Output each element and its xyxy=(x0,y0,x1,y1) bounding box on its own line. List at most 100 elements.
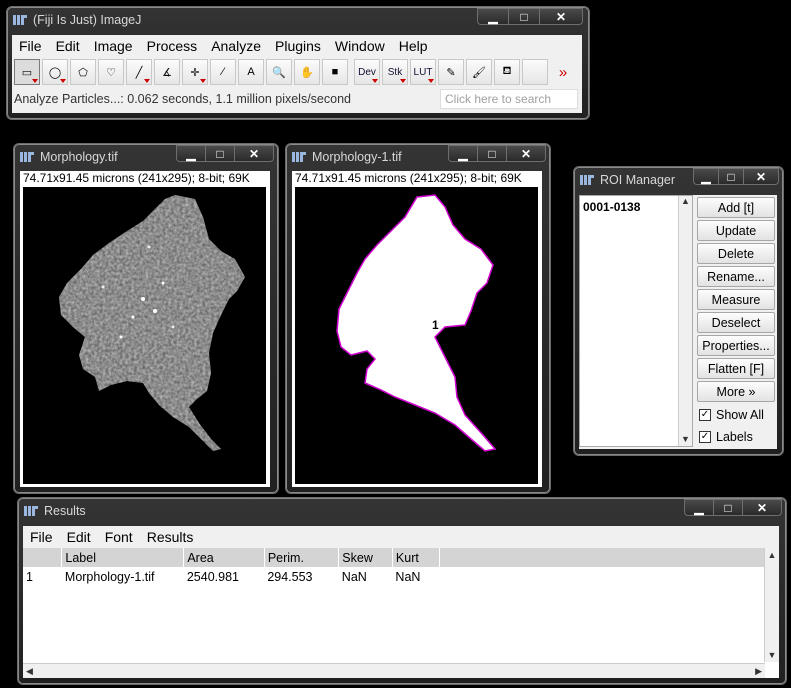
freehand-tool-glyph: ♡ xyxy=(106,66,116,79)
roi-title: ROI Manager xyxy=(600,173,676,187)
search-input[interactable]: Click here to search xyxy=(440,89,578,109)
menu-image[interactable]: Image xyxy=(87,38,140,54)
hand-tool-icon[interactable]: ✋ xyxy=(294,59,320,85)
dev-tool-icon[interactable]: Dev xyxy=(354,59,380,85)
submenu-indicator-icon xyxy=(32,79,38,83)
table-cell: 294.553 xyxy=(267,570,313,584)
image1-canvas[interactable] xyxy=(23,187,266,484)
roi-outline[interactable] xyxy=(336,194,497,452)
wand-tool-glyph: ⁄ xyxy=(222,66,224,78)
dev-tool-glyph: Dev xyxy=(358,66,376,78)
scroll-up-icon[interactable]: ▲ xyxy=(765,550,779,560)
maximize-icon[interactable]: □ xyxy=(718,168,744,185)
angle-tool-icon[interactable]: ∡ xyxy=(154,59,180,85)
wand-tool-icon[interactable]: ⁄ xyxy=(210,59,236,85)
results-menu-edit[interactable]: Edit xyxy=(60,529,98,545)
column-header[interactable] xyxy=(23,548,63,567)
more-tools-glyph: » xyxy=(558,63,568,81)
fiji-app-icon xyxy=(13,14,27,26)
maximize-icon[interactable]: □ xyxy=(205,145,235,162)
scroll-down-icon[interactable]: ▼ xyxy=(679,434,692,444)
column-header[interactable]: Area xyxy=(183,548,265,567)
close-icon[interactable]: ✕ xyxy=(539,8,583,25)
roi-button-update[interactable]: Update xyxy=(697,220,775,241)
minimize-icon[interactable]: ▁ xyxy=(448,145,478,162)
roi-button-properties[interactable]: Properties... xyxy=(697,335,775,356)
results-hscrollbar[interactable]: ◀ ▶ xyxy=(23,663,765,678)
text-tool-icon[interactable]: A xyxy=(238,59,264,85)
roi-manager-window: ROI Manager ▁ □ ✕ 0001-0138 ▲ ▼ Add [t] U… xyxy=(573,166,784,456)
menu-file[interactable]: File xyxy=(12,38,49,54)
freehand-tool-icon[interactable]: ♡ xyxy=(98,59,124,85)
close-icon[interactable]: ✕ xyxy=(506,145,546,162)
empty-tool-slot[interactable] xyxy=(522,59,548,85)
minimize-icon[interactable]: ▁ xyxy=(693,168,719,185)
roi-list-scrollbar[interactable]: ▲ ▼ xyxy=(678,196,692,446)
column-header[interactable]: Kurt xyxy=(392,548,440,567)
flood-fill-tool-icon[interactable]: ⛾ xyxy=(494,59,520,85)
results-titlebar[interactable]: Results xyxy=(22,500,782,522)
roi-button-deselect[interactable]: Deselect xyxy=(697,312,775,333)
point-tool-icon[interactable]: ✛ xyxy=(182,59,208,85)
results-menu-results[interactable]: Results xyxy=(140,529,201,545)
minimize-icon[interactable]: ▁ xyxy=(477,8,509,25)
roi-button-delete[interactable]: Delete xyxy=(697,243,775,264)
rectangle-tool-icon[interactable]: ▭ xyxy=(14,59,40,85)
brush-tool-icon[interactable]: 🖌 xyxy=(466,59,492,85)
table-row[interactable]: 1 Morphology-1.tif 2540.981 294.553 NaN NaN xyxy=(23,567,779,587)
lut-tool-icon[interactable]: LUT xyxy=(410,59,436,85)
color-picker-tool-icon[interactable]: ■ xyxy=(322,59,348,85)
line-tool-icon[interactable]: ╱ xyxy=(126,59,152,85)
main-window-title: (Fiji Is Just) ImageJ xyxy=(33,13,142,27)
line-tool-glyph: ╱ xyxy=(135,66,143,79)
roi-button-measure[interactable]: Measure xyxy=(697,289,775,310)
maximize-icon[interactable]: □ xyxy=(508,8,540,25)
menu-analyze[interactable]: Analyze xyxy=(204,38,268,54)
minimize-icon[interactable]: ▁ xyxy=(684,499,714,516)
stk-tool-icon[interactable]: Stk xyxy=(382,59,408,85)
column-header[interactable]: Label xyxy=(61,548,185,567)
maximize-icon[interactable]: □ xyxy=(713,499,743,516)
roi-button-more[interactable]: More » xyxy=(697,381,775,402)
main-client: File Edit Image Process Analyze Plugins Window… xyxy=(12,35,582,113)
results-menu-font[interactable]: Font xyxy=(98,529,140,545)
roi-list-item[interactable]: 0001-0138 xyxy=(583,200,689,214)
menu-help[interactable]: Help xyxy=(392,38,435,54)
main-window-controls: ▁ □ ✕ xyxy=(477,8,583,25)
magnifier-tool-icon[interactable]: 🔍 xyxy=(266,59,292,85)
roi-button-rename[interactable]: Rename... xyxy=(697,266,775,287)
submenu-indicator-icon xyxy=(400,79,406,83)
binary-mask-image: 1 xyxy=(336,194,497,452)
roi-label: 1 xyxy=(432,318,439,332)
roi-button-flatten-f[interactable]: Flatten [F] xyxy=(697,358,775,379)
fiji-app-icon xyxy=(292,151,306,163)
table-cell: 2540.981 xyxy=(186,570,239,584)
close-icon[interactable]: ✕ xyxy=(743,168,779,185)
close-icon[interactable]: ✕ xyxy=(234,145,274,162)
oval-tool-icon[interactable]: ◯ xyxy=(42,59,68,85)
pencil-tool-icon[interactable]: ✎ xyxy=(438,59,464,85)
roi-button-add-t[interactable]: Add [t] xyxy=(697,197,775,218)
results-vscrollbar[interactable]: ▲ ▼ xyxy=(764,548,779,662)
column-header[interactable]: Perim. xyxy=(264,548,340,567)
scroll-up-icon[interactable]: ▲ xyxy=(679,196,692,206)
results-menu-file[interactable]: File xyxy=(23,529,60,545)
maximize-icon[interactable]: □ xyxy=(477,145,507,162)
scroll-down-icon[interactable]: ▼ xyxy=(765,650,779,660)
show-all-checkbox[interactable]: ✓ Show All xyxy=(697,404,777,426)
labels-checkbox[interactable]: ✓ Labels xyxy=(697,426,777,448)
more-tools-icon[interactable]: » xyxy=(550,59,576,85)
menu-plugins[interactable]: Plugins xyxy=(268,38,328,54)
menu-edit[interactable]: Edit xyxy=(49,38,87,54)
scroll-right-icon[interactable]: ▶ xyxy=(755,666,765,677)
column-header[interactable]: Skew xyxy=(338,548,393,567)
menu-window[interactable]: Window xyxy=(328,38,392,54)
image2-canvas[interactable]: 1 xyxy=(295,187,538,484)
close-icon[interactable]: ✕ xyxy=(742,499,782,516)
roi-list[interactable]: 0001-0138 ▲ ▼ xyxy=(579,195,693,447)
scroll-left-icon[interactable]: ◀ xyxy=(23,666,33,677)
menu-process[interactable]: Process xyxy=(140,38,205,54)
submenu-indicator-icon xyxy=(372,79,378,83)
polygon-tool-icon[interactable]: ⬠ xyxy=(70,59,96,85)
minimize-icon[interactable]: ▁ xyxy=(176,145,206,162)
